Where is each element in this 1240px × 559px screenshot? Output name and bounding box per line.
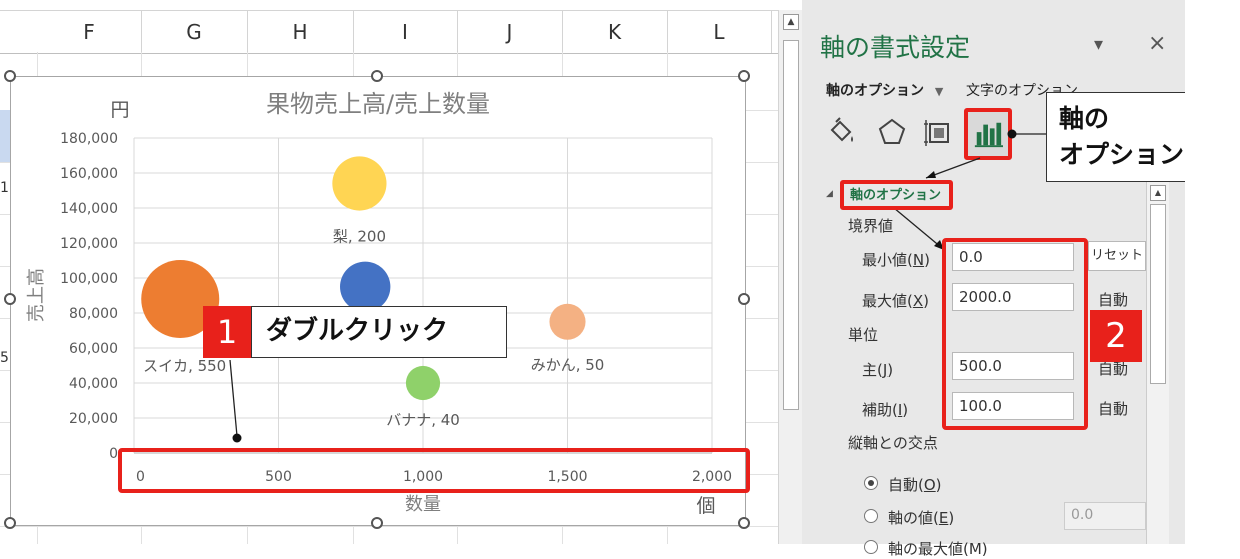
y-tick-label[interactable]: 140,000: [60, 201, 118, 217]
units-label: 単位: [848, 326, 879, 344]
scroll-thumb[interactable]: [783, 40, 799, 410]
resize-handle-right[interactable]: [738, 293, 750, 305]
step-1-badge: 1: [203, 306, 251, 358]
bubble-point[interactable]: [332, 156, 387, 211]
resize-handle-bottom-right[interactable]: [738, 517, 750, 529]
axis-value-input[interactable]: 0.0: [1064, 502, 1146, 530]
resize-handle-top[interactable]: [371, 70, 383, 82]
x-axis-unit[interactable]: 個: [696, 495, 715, 517]
x-axis-title[interactable]: 数量: [405, 494, 441, 515]
callout-1-pointer: [229, 359, 238, 437]
resize-handle-top-left[interactable]: [4, 70, 16, 82]
callout-1-dot: [232, 433, 242, 443]
resize-handle-bottom[interactable]: [371, 517, 383, 529]
chart-title[interactable]: 果物売上高/売上数量: [266, 90, 490, 118]
chart-gridlines: [133, 137, 713, 454]
radio-cross-auto-label[interactable]: 自動(O): [888, 474, 942, 495]
y-tick-label[interactable]: 160,000: [60, 166, 118, 182]
axis-options-callout-line2: オプション: [1059, 140, 1185, 169]
min-label: 最小値(N): [862, 251, 930, 269]
section-collapse-icon[interactable]: ◢: [826, 189, 833, 199]
y-tick-label[interactable]: 20,000: [69, 411, 118, 427]
y-tick-label[interactable]: 180,000: [60, 131, 118, 147]
y-tick-label[interactable]: 60,000: [69, 341, 118, 357]
sheet-vertical-scrollbar[interactable]: ▲: [778, 10, 803, 544]
reset-button[interactable]: リセット: [1088, 241, 1146, 271]
y-tick-label[interactable]: 0: [109, 446, 118, 462]
y-tick-label[interactable]: 100,000: [60, 271, 118, 287]
radio-cross-max-label[interactable]: 軸の最大値(M): [888, 538, 988, 559]
double-click-callout: ダブルクリック: [251, 306, 507, 358]
y-tick-label[interactable]: 80,000: [69, 306, 118, 322]
data-label[interactable]: みかん, 50: [531, 356, 605, 374]
bubble-point[interactable]: [405, 365, 441, 401]
axis-bounds-highlight-frame: [942, 238, 1088, 430]
x-axis-highlight-frame[interactable]: [118, 448, 750, 493]
data-label[interactable]: 梨, 200: [333, 228, 386, 246]
radio-cross-axis-value[interactable]: [864, 509, 878, 523]
y-axis-unit[interactable]: 円: [110, 99, 129, 121]
pane-scroll-up-icon[interactable]: ▲: [1150, 185, 1166, 201]
y-axis-title[interactable]: 売上高: [26, 268, 47, 322]
spreadsheet-area[interactable]: F G H I J K L 1 5 0 20,000 40,000 60,000 80,…: [0, 0, 778, 544]
max-label: 最大値(X): [862, 292, 929, 310]
data-label[interactable]: スイカ, 550: [143, 357, 226, 375]
pane-scroll-thumb[interactable]: [1150, 204, 1166, 384]
resize-handle-left[interactable]: [4, 293, 16, 305]
axis-options-callout-line1: 軸の: [1059, 104, 1110, 133]
data-label[interactable]: バナナ, 40: [386, 411, 460, 429]
pane-scrollbar[interactable]: ▲: [1146, 182, 1169, 544]
y-tick-label[interactable]: 120,000: [60, 236, 118, 252]
radio-cross-auto[interactable]: [864, 476, 878, 490]
axis-options-section-title[interactable]: 軸のオプション: [850, 184, 941, 203]
bounds-label: 境界値: [848, 217, 894, 235]
step-2-badge: 2: [1090, 310, 1142, 362]
radio-cross-axis-value-label[interactable]: 軸の値(E): [888, 507, 954, 528]
resize-handle-bottom-left[interactable]: [4, 517, 16, 529]
major-unit-label: 主(J): [862, 361, 894, 379]
bubble-point[interactable]: [549, 303, 586, 340]
resize-handle-top-right[interactable]: [738, 70, 750, 82]
minor-unit-label: 補助(I): [862, 401, 909, 419]
minor-auto-label: 自動: [1098, 400, 1129, 418]
window-right-margin: [1185, 0, 1240, 544]
bubble-point[interactable]: [340, 261, 391, 312]
vertical-axis-crosses-label: 縦軸との交点: [848, 434, 938, 452]
max-auto-label: 自動: [1098, 291, 1129, 309]
radio-cross-max[interactable]: [864, 540, 878, 554]
y-tick-label[interactable]: 40,000: [69, 376, 118, 392]
scroll-up-arrow-icon[interactable]: ▲: [783, 14, 799, 30]
